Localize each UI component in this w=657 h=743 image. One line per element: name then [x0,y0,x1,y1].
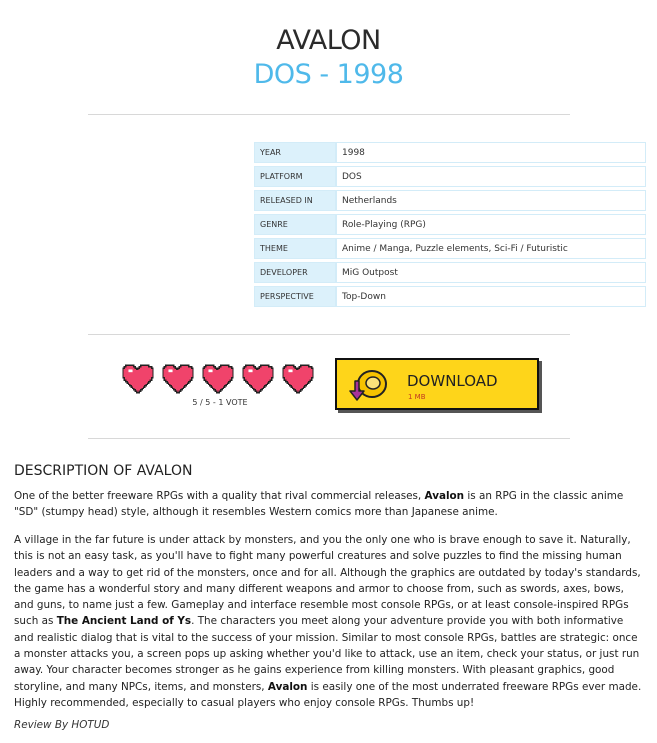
game-name: Avalon [267,680,308,693]
info-row-genre: GENRE Role-Playing (RPG) [254,214,646,235]
download-label: DOWNLOAD [407,372,498,390]
divider [88,438,570,439]
info-row-developer: DEVELOPER MiG Outpost [254,262,646,283]
title-block: AVALON DOS - 1998 [0,24,657,92]
text: One of the better freeware RPGs with a q… [14,490,425,502]
game-name: Avalon [424,490,465,502]
info-row-platform: PLATFORM DOS [254,166,646,187]
description-paragraph-2: A village in the far future is under att… [14,532,646,711]
heart-icon[interactable] [200,364,236,394]
heart-icon[interactable] [160,364,196,394]
divider [88,334,570,335]
info-value: Role-Playing (RPG) [336,214,646,235]
download-button[interactable]: DOWNLOAD 1 MB [335,358,539,410]
info-value: Netherlands [336,190,646,211]
info-value: MiG Outpost [336,262,646,283]
info-row-released-in: RELEASED IN Netherlands [254,190,646,211]
info-row-year: YEAR 1998 [254,142,646,163]
info-key: PERSPECTIVE [254,286,336,307]
download-disk-icon [349,370,387,401]
info-key: DEVELOPER [254,262,336,283]
info-key: GENRE [254,214,336,235]
divider [88,114,570,115]
info-key: THEME [254,238,336,259]
game-platform-year: DOS - 1998 [253,59,404,90]
info-value: 1998 [336,142,646,163]
related-game-name: The Ancient Land of Ys [56,615,192,628]
description-heading: DESCRIPTION OF AVALON [14,463,193,479]
info-row-theme: THEME Anime / Manga, Puzzle elements, Sc… [254,238,646,259]
description-paragraph-1: One of the better freeware RPGs with a q… [14,488,646,521]
info-value: Anime / Manga, Puzzle elements, Sci-Fi /… [336,238,646,259]
info-value: DOS [336,166,646,187]
rating-text: 5 / 5 - 1 VOTE [192,398,248,407]
info-value: Top-Down [336,286,646,307]
heart-icon[interactable] [120,364,156,394]
text: A village in the far future is under att… [14,534,641,628]
heart-icon[interactable] [280,364,316,394]
info-key: PLATFORM [254,166,336,187]
rating-hearts[interactable] [120,364,316,394]
review-credit: Review By HOTUD [14,719,110,731]
info-row-perspective: PERSPECTIVE Top-Down [254,286,646,307]
info-key: RELEASED IN [254,190,336,211]
info-table: YEAR 1998 PLATFORM DOS RELEASED IN Nethe… [254,139,646,310]
game-page: AVALON DOS - 1998 YEAR 1998 PLATFORM DOS… [0,0,657,743]
game-title: AVALON [276,25,381,56]
info-key: YEAR [254,142,336,163]
heart-icon[interactable] [240,364,276,394]
download-size: 1 MB [408,393,426,401]
